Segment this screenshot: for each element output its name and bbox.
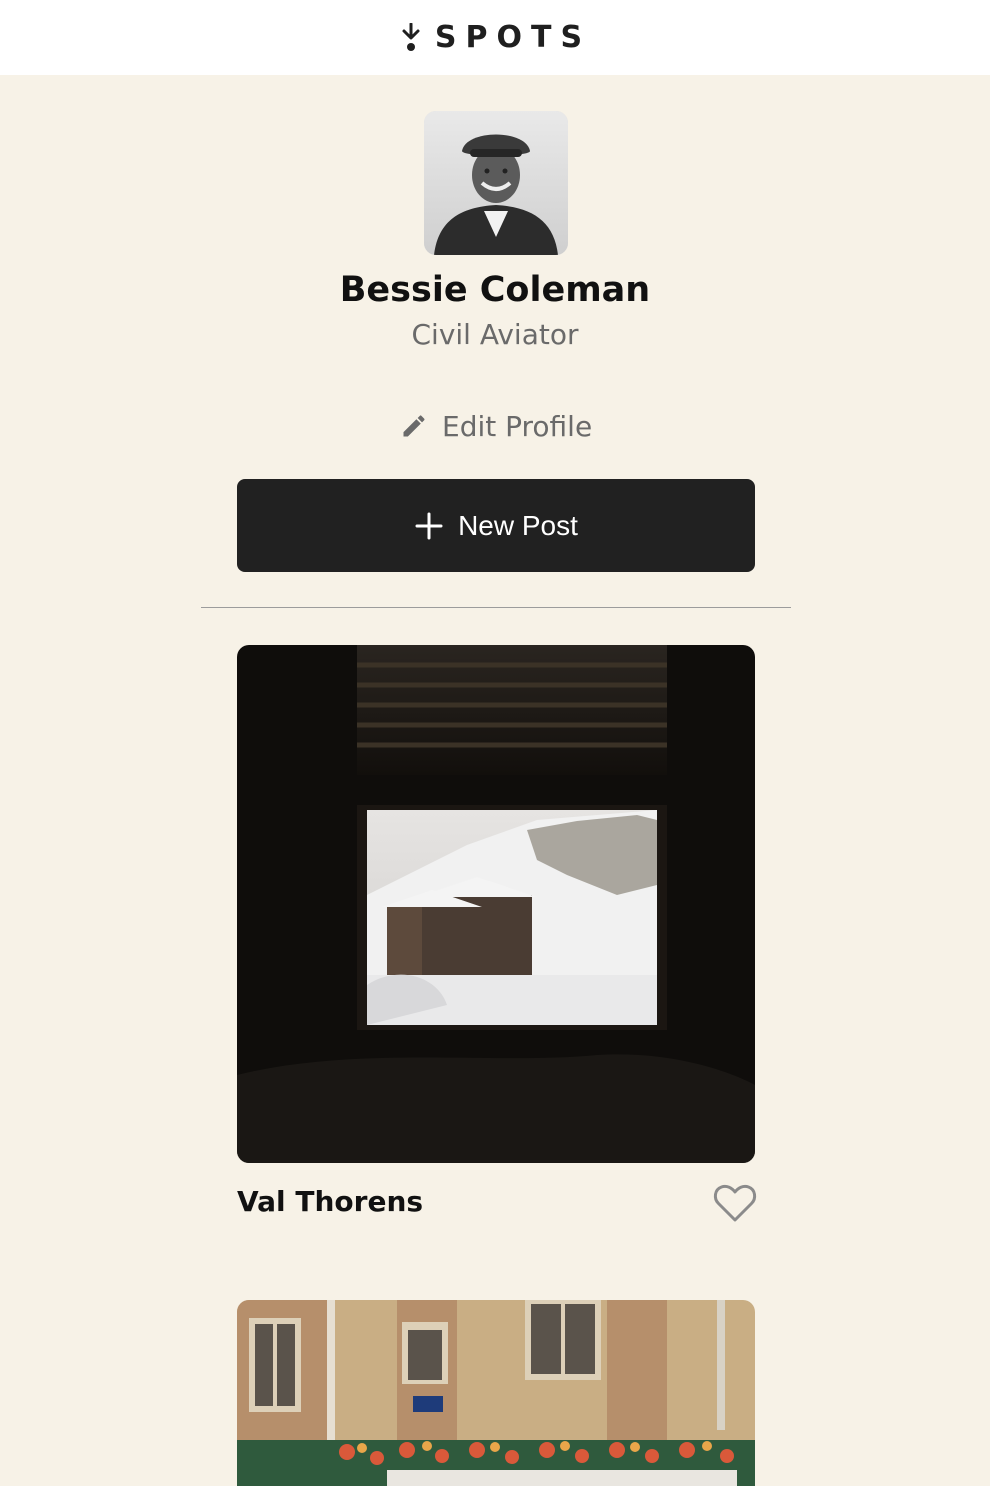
spots-mark-icon [402, 22, 420, 51]
new-post-label: New Post [458, 509, 578, 541]
new-post-button[interactable]: New Post [237, 479, 755, 572]
pencil-icon [403, 415, 425, 437]
like-button[interactable] [713, 1183, 757, 1223]
post-image[interactable] [237, 645, 755, 1163]
post-title: Val Thorens [237, 1185, 424, 1218]
post-image[interactable] [237, 1300, 755, 1486]
post-photo [237, 645, 755, 1163]
logo-text: SPOTS [434, 20, 592, 55]
heart-icon [713, 1184, 757, 1222]
section-divider [201, 607, 791, 608]
plus-icon [415, 512, 443, 539]
profile-name: Bessie Coleman [339, 270, 651, 310]
profile-avatar [424, 111, 568, 255]
edit-profile-button[interactable]: Edit Profile [400, 405, 592, 447]
profile-title: Civil Aviator [411, 318, 579, 351]
avatar-photo [424, 111, 568, 255]
header: SPOTS [0, 0, 990, 75]
logo[interactable]: SPOTS [399, 20, 591, 55]
edit-profile-label: Edit Profile [442, 409, 593, 443]
post-photo [237, 1300, 755, 1486]
